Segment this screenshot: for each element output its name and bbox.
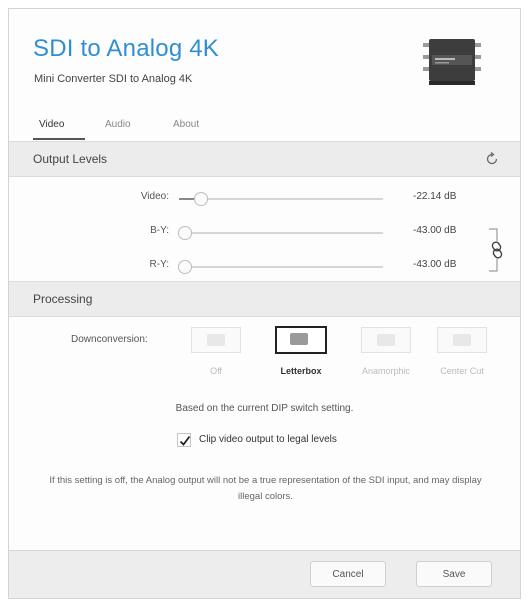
tab-bar: Video Audio About — [9, 105, 520, 141]
tab-video[interactable]: Video — [39, 119, 64, 130]
slider-row-b-y: B-Y: -43.00 dB — [9, 219, 520, 247]
slider-label: R-Y: — [149, 259, 169, 270]
format-preview-icon — [290, 333, 308, 345]
save-button[interactable]: Save — [416, 561, 492, 587]
processing-title: Processing — [33, 292, 93, 306]
device-image-icon — [423, 39, 481, 85]
clip-levels-label: Clip video output to legal levels — [199, 434, 337, 445]
tab-audio[interactable]: Audio — [105, 119, 131, 130]
header: SDI to Analog 4K Mini Converter SDI to A… — [9, 9, 520, 105]
slider-value: -43.00 dB — [413, 225, 457, 236]
clip-levels-checkbox[interactable] — [177, 433, 191, 447]
b-y-slider[interactable] — [178, 226, 383, 240]
downconversion-label: Downconversion: — [71, 334, 148, 345]
downconversion-anamorphic-button[interactable] — [361, 327, 411, 353]
option-label-off: Off — [210, 366, 222, 376]
slider-label: Video: — [140, 191, 169, 202]
output-levels-header: Output Levels — [9, 141, 520, 177]
device-subtitle: Mini Converter SDI to Analog 4K — [34, 73, 193, 85]
slider-value: -43.00 dB — [413, 259, 457, 270]
slider-thumb[interactable] — [178, 260, 193, 274]
option-label-center-cut: Center Cut — [440, 366, 484, 376]
format-preview-icon — [453, 334, 471, 346]
processing-header: Processing — [9, 281, 520, 317]
checkmark-icon — [179, 435, 191, 446]
video-slider[interactable] — [179, 192, 383, 206]
slider-row-r-y: R-Y: -43.00 dB — [9, 253, 520, 281]
output-levels-title: Output Levels — [33, 152, 108, 166]
dip-switch-note: Based on the current DIP switch setting. — [175, 403, 354, 414]
downconversion-center-cut-button[interactable] — [437, 327, 487, 353]
setup-window: SDI to Analog 4K Mini Converter SDI to A… — [8, 8, 521, 599]
downconversion-letterbox-button[interactable] — [275, 326, 327, 354]
slider-thumb[interactable] — [194, 192, 209, 206]
chain-link-icon[interactable] — [487, 227, 507, 273]
format-preview-icon — [207, 334, 225, 346]
footer-bar: Cancel Save — [9, 550, 520, 598]
tab-about[interactable]: About — [173, 119, 199, 130]
cancel-button[interactable]: Cancel — [310, 561, 386, 587]
reset-icon[interactable] — [484, 151, 500, 167]
r-y-slider[interactable] — [178, 260, 383, 274]
page-title: SDI to Analog 4K — [33, 35, 219, 62]
format-preview-icon — [377, 334, 395, 346]
slider-thumb[interactable] — [178, 226, 193, 240]
option-label-letterbox: Letterbox — [280, 366, 322, 376]
slider-label: B-Y: — [150, 225, 169, 236]
clip-warning-text: If this setting is off, the Analog outpu… — [49, 475, 482, 502]
downconversion-off-button[interactable] — [191, 327, 241, 353]
slider-row-video: Video: -22.14 dB — [9, 185, 520, 213]
slider-value: -22.14 dB — [413, 191, 457, 202]
option-label-anamorphic: Anamorphic — [361, 366, 411, 376]
active-tab-indicator — [33, 138, 85, 140]
